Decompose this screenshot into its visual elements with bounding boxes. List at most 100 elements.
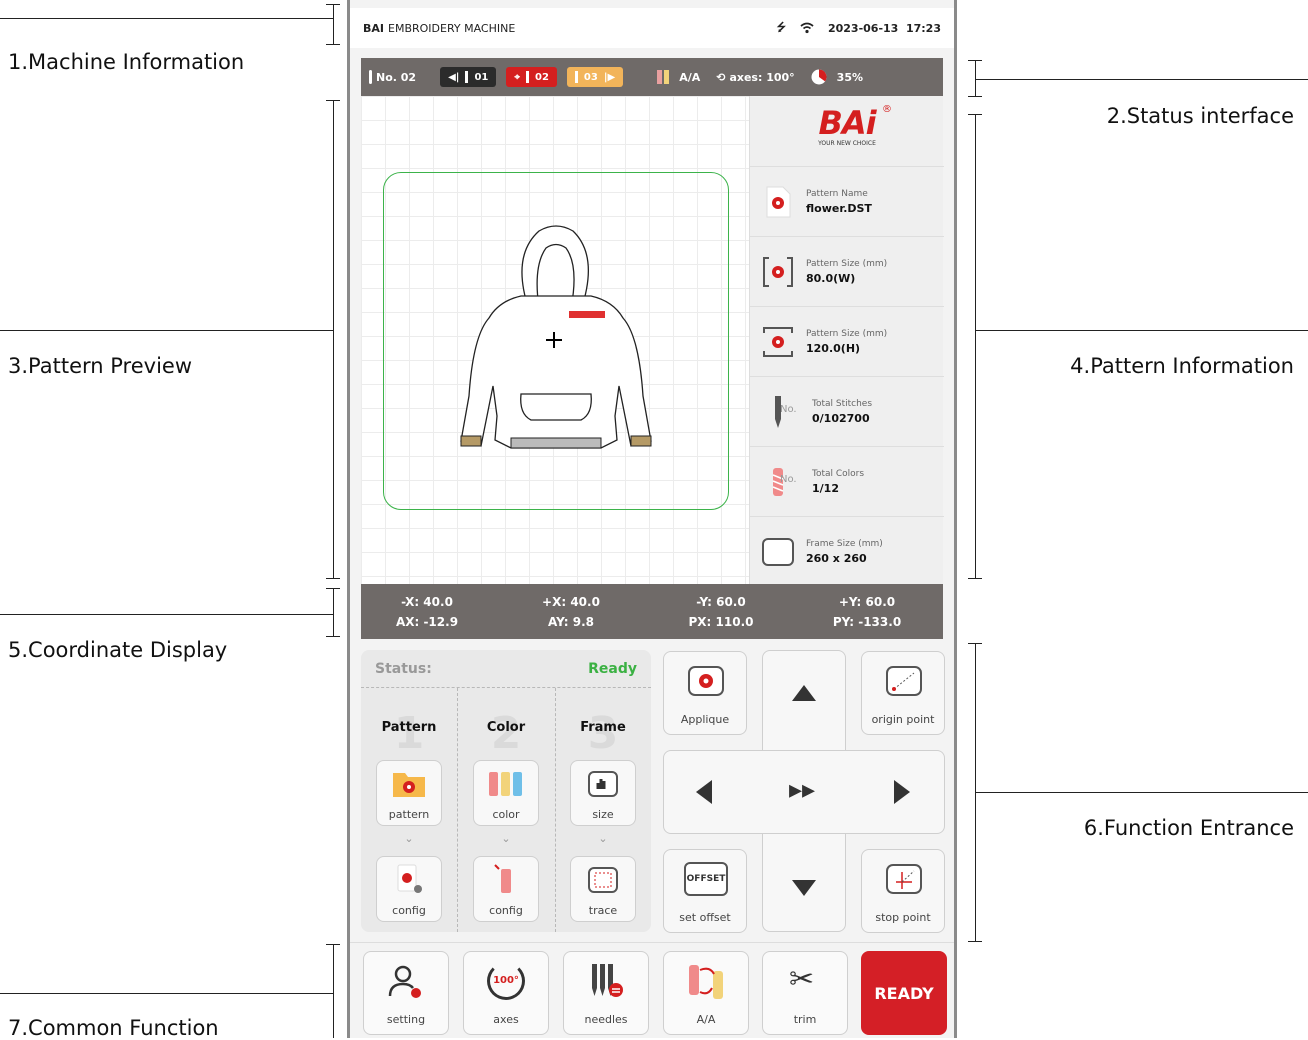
total-colors-value: 1/12: [812, 481, 839, 495]
origin-point-label: origin point: [871, 713, 935, 726]
needles-button[interactable]: needles: [563, 951, 649, 1035]
target-icon: ⌖: [514, 71, 520, 83]
origin-point-button[interactable]: origin point: [861, 651, 945, 735]
step-pattern: 1 Pattern pattern ⌄ config: [361, 688, 457, 932]
step-frame: 3 Frame size ⌄ trace: [555, 688, 651, 932]
next-needle-button[interactable]: 03 |▶: [566, 67, 624, 87]
leader-bracket: [333, 588, 334, 636]
leader-line: [0, 18, 333, 19]
datetime: 2023-06-13 17:23: [827, 21, 941, 35]
scissors-icon: ✂: [789, 962, 815, 997]
status-row: Status: Ready: [361, 650, 651, 688]
step-title: Frame: [580, 720, 626, 735]
frame-hand-icon: [588, 771, 618, 797]
info-label: Total Colors: [812, 468, 865, 479]
height-icon: [760, 324, 796, 360]
annotation-pattern-information: 4.Pattern Information: [1070, 354, 1294, 378]
tile-label: pattern: [388, 808, 430, 821]
down-button[interactable]: [763, 850, 845, 932]
thread-config-icon: [494, 864, 511, 893]
left-button[interactable]: [664, 751, 760, 833]
needle-icon: [526, 71, 529, 83]
brand-logo: BAi YOUR NEW CHOICE ®: [750, 96, 944, 166]
machine-info-bar: BAI EMBROIDERY MACHINE ⭍ 2023-06-13 17:2…: [350, 8, 954, 48]
prev-needle-button[interactable]: ◀| 01: [440, 67, 497, 87]
thread-spools-icon: [657, 70, 670, 84]
pattern-height-value: 120.0(H): [806, 341, 861, 355]
up-button[interactable]: [763, 651, 845, 733]
leader-tick: [326, 578, 340, 579]
stop-point-button[interactable]: stop point: [861, 849, 945, 933]
needle-icon: [574, 71, 578, 83]
frame-size-value: 260 x 260: [806, 551, 867, 565]
current-needle-chip: ⌖ 02: [506, 67, 557, 87]
thread-mode: A/A: [679, 70, 701, 84]
applique-label: Applique: [680, 713, 730, 726]
frame-size-button[interactable]: size: [570, 760, 636, 826]
chevron-down-icon: ⌄: [598, 832, 608, 845]
leader-bracket: [975, 643, 976, 941]
leader-line: [0, 993, 333, 994]
color-button[interactable]: color: [473, 760, 539, 826]
info-label: Frame Size (mm): [806, 538, 883, 549]
status-bar: No. 02 ◀| 01 ⌖ 02 03 |▶ A/A ⟲ axes: 100°…: [361, 58, 943, 96]
origin-point-icon: [886, 666, 922, 696]
pattern-file-icon: [760, 184, 796, 220]
tile-label: config: [392, 904, 426, 917]
chevron-down-icon: ⌄: [404, 832, 414, 845]
annotation-coordinate-display: 5.Coordinate Display: [8, 638, 228, 662]
info-label: Pattern Size (mm): [806, 328, 888, 339]
trim-button[interactable]: ✂ trim: [762, 951, 848, 1035]
color-config-button[interactable]: config: [473, 856, 539, 922]
axes-icon: ⟲: [716, 70, 726, 84]
pos-y: +Y: 60.0: [838, 595, 896, 609]
progress-value: 35%: [836, 70, 864, 84]
wifi-icon: [800, 22, 814, 34]
leader-bracket: [975, 60, 976, 96]
py: PY: -133.0: [832, 615, 902, 629]
annotation-common-function: 7.Common Function: [8, 1016, 219, 1040]
brand-name: BAI: [363, 21, 384, 35]
next-needle-value: 03: [583, 71, 598, 83]
color-badge: No.: [780, 473, 797, 485]
stitch-badge: No.: [780, 403, 797, 415]
frame-trace-button[interactable]: trace: [570, 856, 636, 922]
trace-icon: [588, 867, 618, 893]
pos-x: +X: 40.0: [542, 595, 600, 609]
leader-tick: [968, 941, 982, 942]
aa-button[interactable]: A/A: [663, 951, 749, 1035]
right-button[interactable]: [848, 751, 944, 833]
neg-x: -X: 40.0: [401, 595, 453, 609]
leader-tick: [968, 578, 982, 579]
pattern-config-button[interactable]: config: [376, 856, 442, 922]
pattern-button[interactable]: pattern: [376, 760, 442, 826]
leader-bracket: [333, 4, 334, 44]
ready-label: READY: [874, 984, 934, 1003]
applique-button[interactable]: Applique: [663, 651, 747, 735]
pattern-name-row: Pattern Name flower.DST: [750, 166, 944, 236]
folder-icon: [393, 773, 425, 797]
prev-needle-value: 01: [474, 71, 489, 83]
fast-forward-button[interactable]: ▸▸: [763, 751, 845, 833]
pattern-preview[interactable]: [361, 96, 749, 584]
set-offset-button[interactable]: OFFSET set offset: [663, 849, 747, 933]
logo-tagline: YOUR NEW CHOICE: [818, 140, 876, 147]
needles-swap-icon: [592, 964, 623, 997]
axes-button[interactable]: 100° axes: [463, 951, 549, 1035]
leader-bracket: [333, 100, 334, 578]
leader-bracket: [333, 944, 334, 1038]
setting-button[interactable]: setting: [363, 951, 449, 1035]
ax: AX: -12.9: [395, 615, 459, 629]
axes-icon-value: 100°: [493, 975, 519, 986]
status-value: Ready: [588, 660, 637, 677]
offset-icon: OFFSET: [684, 862, 728, 896]
current-needle-icon: [369, 70, 372, 84]
annotation-status-interface: 2.Status interface: [1106, 104, 1294, 128]
stop-point-icon: [886, 864, 922, 894]
needle-icon: [465, 71, 469, 83]
aa-label: A/A: [696, 1013, 716, 1026]
px: PX: 110.0: [688, 615, 754, 629]
width-icon: [760, 254, 796, 290]
total-colors-row: No. Total Colors 1/12: [750, 446, 944, 516]
ready-button[interactable]: READY: [861, 951, 947, 1035]
